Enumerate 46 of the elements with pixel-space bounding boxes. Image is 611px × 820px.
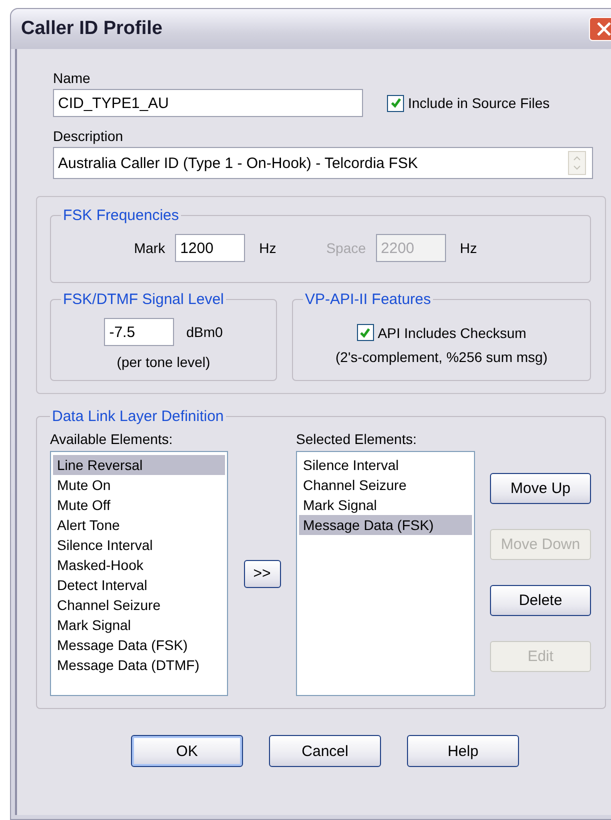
list-item[interactable]: Silence Interval xyxy=(53,535,225,555)
list-item[interactable]: Line Reversal xyxy=(53,455,225,475)
name-label: Name xyxy=(53,69,92,88)
list-item[interactable]: Message Data (FSK) xyxy=(299,515,472,535)
note-text: (2's-complement, %256 sum msg) xyxy=(334,349,548,365)
list-item[interactable]: Masked-Hook xyxy=(53,555,225,575)
group-title: FSK/DTMF Signal Level xyxy=(62,291,225,308)
window-title: Caller ID Profile xyxy=(21,18,162,40)
add-button[interactable]: >> xyxy=(244,560,280,588)
list-item[interactable]: Message Data (FSK) xyxy=(53,635,225,655)
frequency-field[interactable]: 1200 xyxy=(175,234,246,262)
list-item[interactable]: Message Data (DTMF) xyxy=(53,655,225,675)
action-button[interactable]: Delete xyxy=(490,585,591,616)
group-title: VP-API-II Features xyxy=(304,291,432,308)
list-item[interactable]: Mark Signal xyxy=(299,495,472,515)
dialog-button[interactable]: OK xyxy=(131,735,243,767)
list-item[interactable]: Mute On xyxy=(53,475,225,495)
list-item[interactable]: Channel Seizure xyxy=(53,595,225,615)
list-item[interactable]: Mute Off xyxy=(53,495,225,515)
unit-label: dBm0 xyxy=(186,324,223,340)
signal-level-field[interactable]: -7.5 xyxy=(104,318,174,346)
frequency-label: Space xyxy=(326,240,366,256)
name-field[interactable]: CID_TYPE1_AU xyxy=(53,89,363,117)
close-icon[interactable] xyxy=(589,17,611,41)
frequency-label: Mark xyxy=(134,240,166,256)
description-label: Description xyxy=(53,127,124,146)
list-item[interactable]: Channel Seizure xyxy=(299,475,472,495)
list-item[interactable]: Detect Interval xyxy=(53,575,225,595)
checksum-checkbox[interactable]: API Includes Checksum xyxy=(303,324,580,341)
group-title: Data Link Layer Definition xyxy=(51,408,225,425)
list-item[interactable]: Alert Tone xyxy=(53,515,225,535)
description-field[interactable]: Australia Caller ID (Type 1 - On-Hook) - Telcordia FSK xyxy=(53,147,593,179)
list-item[interactable]: Mark Signal xyxy=(53,615,225,635)
unit-label: Hz xyxy=(460,240,478,256)
list-label: Available Elements: xyxy=(50,430,174,449)
note-text: (per tone level) xyxy=(116,354,212,370)
action-button[interactable]: Move Up xyxy=(490,473,591,504)
group-title: FSK Frequencies xyxy=(62,207,180,224)
unit-label: Hz xyxy=(259,240,276,256)
checkbox[interactable] xyxy=(356,324,374,341)
list-item[interactable]: Silence Interval xyxy=(299,455,472,475)
dialog-button[interactable]: Help xyxy=(407,735,519,767)
include-checkbox[interactable]: Include in Source Files xyxy=(387,94,550,112)
checkbox[interactable] xyxy=(387,94,404,112)
list-label: Selected Elements: xyxy=(296,430,418,449)
dialog-button[interactable]: Cancel xyxy=(269,735,381,767)
